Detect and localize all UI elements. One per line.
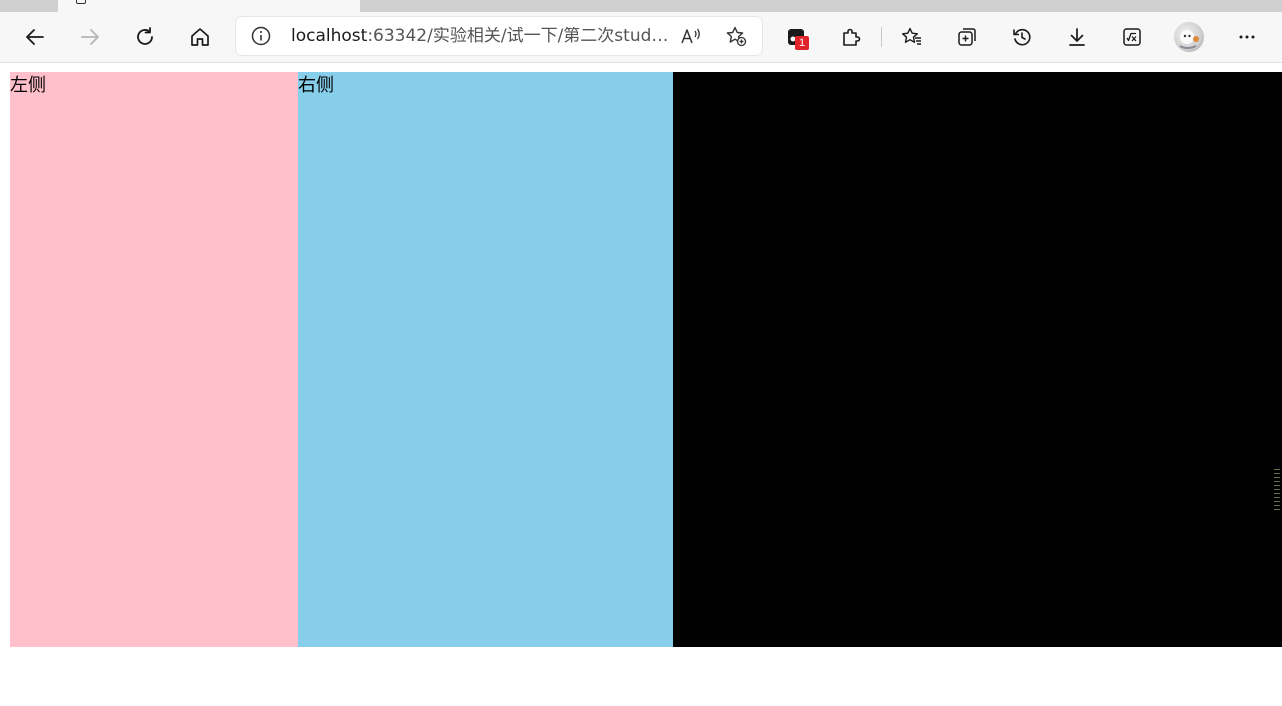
page-favicon-icon	[76, 0, 86, 4]
tab-strip	[0, 0, 1282, 12]
history-button[interactable]	[1005, 20, 1039, 54]
add-favorite-icon	[726, 26, 747, 47]
url-path: :63342/实验相关/试一下/第二次study...	[367, 27, 671, 45]
favorites-icon	[902, 27, 921, 45]
url-text[interactable]: localhost:63342/实验相关/试一下/第二次study...	[291, 27, 671, 45]
extension-button[interactable]: 1	[779, 20, 813, 54]
right-panel-label: 右侧	[298, 75, 334, 96]
more-icon	[1239, 35, 1255, 39]
url-host: localhost	[291, 27, 368, 45]
add-favorite-button[interactable]	[719, 19, 753, 53]
tab-active[interactable]	[58, 0, 360, 12]
browser-toolbar: localhost:63342/实验相关/试一下/第二次study... 1	[0, 12, 1282, 63]
address-bar[interactable]: localhost:63342/实验相关/试一下/第二次study...	[236, 17, 762, 55]
read-aloud-icon	[681, 28, 700, 44]
refresh-button[interactable]	[128, 20, 162, 54]
extension-badge: 1	[795, 36, 809, 50]
black-panel	[673, 72, 1282, 647]
collections-button[interactable]	[950, 20, 984, 54]
math-solver-button[interactable]	[1115, 20, 1149, 54]
refresh-icon	[137, 27, 153, 45]
read-aloud-button[interactable]	[674, 19, 708, 53]
left-panel-label: 左侧	[10, 75, 46, 96]
tab-inactive[interactable]	[4, 0, 52, 10]
toolbar-divider	[881, 27, 882, 47]
collections-icon	[958, 28, 976, 46]
scroll-indicator	[1274, 469, 1280, 511]
downloads-button[interactable]	[1060, 20, 1094, 54]
puzzle-icon	[843, 28, 861, 46]
right-panel: 右侧	[298, 72, 673, 647]
math-solver-icon	[1123, 28, 1141, 46]
avatar[interactable]	[1174, 22, 1204, 52]
history-icon	[1013, 28, 1031, 46]
extensions-button[interactable]	[834, 20, 868, 54]
info-icon	[251, 26, 271, 46]
home-icon	[191, 28, 209, 46]
back-arrow-icon	[26, 29, 44, 45]
profile-picture-icon	[1179, 30, 1199, 49]
forward-button[interactable]	[73, 20, 107, 54]
download-icon	[1069, 28, 1085, 46]
home-button[interactable]	[183, 20, 217, 54]
favorites-button[interactable]	[895, 20, 929, 54]
page-content: 左侧 右侧	[0, 63, 1282, 706]
back-button[interactable]	[18, 20, 52, 54]
site-info-button[interactable]	[244, 19, 278, 53]
more-button[interactable]	[1230, 20, 1264, 54]
left-panel: 左侧	[10, 72, 298, 647]
forward-arrow-icon	[81, 29, 99, 45]
